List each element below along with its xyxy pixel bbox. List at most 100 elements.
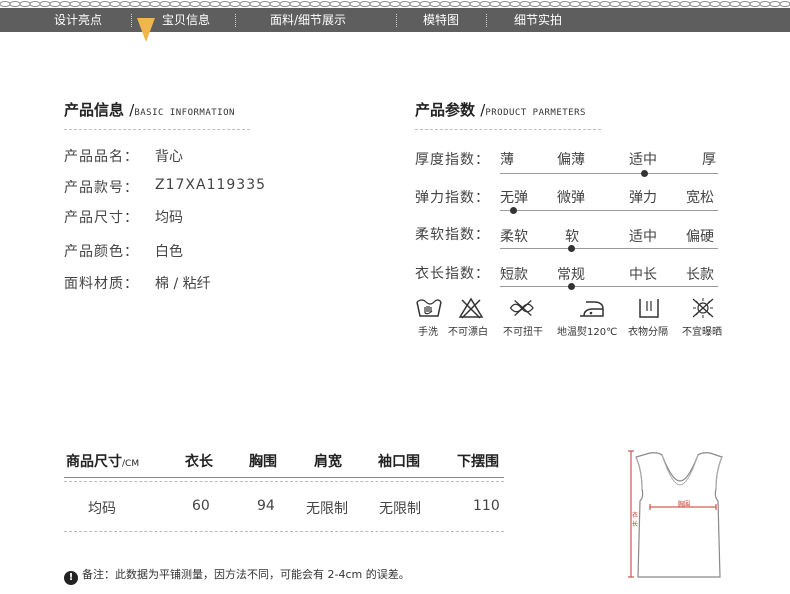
chain-link: [0, 1, 11, 7]
decorative-chain-border: [0, 1, 790, 7]
chain-link: [529, 1, 541, 7]
length-label: 衣长: [632, 512, 639, 528]
table-cell: 110: [473, 498, 500, 514]
chain-link: [359, 1, 371, 7]
chain-link: [49, 1, 61, 7]
chain-link: [369, 1, 381, 7]
chain-link: [129, 1, 141, 7]
chain-link: [419, 1, 431, 7]
warning-icon: !: [64, 571, 78, 585]
info-label: 面料材质：: [64, 276, 139, 292]
param-option: 无弹: [500, 190, 528, 206]
chain-link: [229, 1, 241, 7]
nav-separator: [131, 14, 132, 27]
chain-link: [569, 1, 581, 7]
table-header-hem: 下摆围: [457, 454, 499, 470]
no-bleach-icon: [458, 297, 484, 319]
measurement-note: ! 备注：此数据为平铺测量，因方法不同，可能会有 2-4cm 的误差。: [64, 566, 410, 585]
chain-link: [619, 1, 631, 7]
table-divider: [64, 531, 504, 532]
table-header-length: 衣长: [185, 454, 213, 470]
table-divider: [64, 477, 504, 478]
chain-link: [249, 1, 261, 7]
care-label: 手洗: [418, 327, 438, 338]
chain-link: [439, 1, 451, 7]
table-cell: 无限制: [379, 501, 421, 517]
tab-product-info[interactable]: 宝贝信息: [162, 8, 210, 32]
chain-link: [199, 1, 211, 7]
chain-link: [179, 1, 191, 7]
active-tab-indicator: [137, 18, 155, 42]
chain-link: [769, 1, 781, 7]
nav-bar: 设计亮点 宝贝信息 面料/细节展示 模特图 细节实拍: [0, 8, 790, 32]
param-option: 软: [565, 229, 579, 245]
care-label: 不宜曝晒: [682, 327, 722, 338]
param-scale-marker: [568, 283, 575, 290]
no-wring-icon: [509, 300, 534, 316]
table-header-label: 商品尺寸: [66, 454, 122, 470]
chain-link: [139, 1, 151, 7]
chain-link: [39, 1, 51, 7]
table-header-cuff: 袖口围: [378, 454, 420, 470]
info-title: 产品信息: [64, 101, 125, 119]
chain-link: [719, 1, 731, 7]
care-label: 不可扭干: [503, 327, 543, 338]
chain-link: [479, 1, 491, 7]
info-label: 产品款号：: [64, 180, 139, 196]
param-option: 柔软: [500, 229, 528, 245]
chain-link: [699, 1, 711, 7]
tab-detail-shots[interactable]: 细节实拍: [514, 8, 562, 32]
info-section-title: 产品信息 /BASIC INFORMATION: [64, 99, 235, 120]
chain-link: [669, 1, 681, 7]
chain-link: [69, 1, 81, 7]
chain-link: [399, 1, 411, 7]
chain-link: [389, 1, 401, 7]
chain-link: [409, 1, 421, 7]
chain-link: [79, 1, 91, 7]
chain-link: [309, 1, 321, 7]
param-scale-marker: [641, 170, 648, 177]
param-label: 衣长指数：: [415, 266, 490, 282]
info-value: 棉 / 粘纤: [155, 276, 211, 292]
table-cell: 均码: [88, 501, 116, 517]
table-divider: [64, 481, 504, 482]
chain-link: [499, 1, 511, 7]
chain-link: [289, 1, 301, 7]
chain-link: [709, 1, 721, 7]
table-header-size: 商品尺寸/CM: [66, 451, 139, 471]
chain-link: [119, 1, 131, 7]
chain-link: [589, 1, 601, 7]
chain-link: [149, 1, 161, 7]
tab-model-photos[interactable]: 模特图: [423, 8, 459, 32]
hang-dry-icon: [639, 299, 659, 318]
note-text: 备注：此数据为平铺测量，因方法不同，可能会有 2-4cm 的误差。: [82, 568, 410, 581]
params-title: 产品参数: [415, 101, 476, 119]
param-label: 柔软指数：: [415, 227, 490, 243]
chain-link: [729, 1, 741, 7]
table-header-shoulder: 肩宽: [314, 454, 342, 470]
chain-link: [429, 1, 441, 7]
tab-design-highlights[interactable]: 设计亮点: [54, 8, 102, 32]
param-option: 长款: [686, 267, 714, 283]
params-subtitle: PRODUCT PARMETERS: [485, 108, 586, 118]
chain-link: [759, 1, 771, 7]
chain-link: [629, 1, 641, 7]
chain-link: [599, 1, 611, 7]
param-scale-track: [500, 173, 718, 174]
care-label: 衣物分隔: [628, 327, 668, 338]
param-option: 厚: [702, 152, 716, 168]
param-option: 微弹: [557, 190, 585, 206]
divider: [415, 129, 601, 130]
hand-wash-icon: [416, 299, 442, 317]
param-option: 常规: [557, 267, 585, 283]
chain-link: [489, 1, 501, 7]
param-option: 适中: [629, 229, 657, 245]
chain-link: [349, 1, 361, 7]
chain-link: [99, 1, 111, 7]
chain-link: [579, 1, 591, 7]
info-value: 背心: [155, 149, 183, 165]
tab-fabric-details[interactable]: 面料/细节展示: [270, 8, 346, 32]
param-label: 弹力指数：: [415, 190, 490, 206]
param-option: 宽松: [686, 190, 714, 206]
chain-link: [779, 1, 790, 7]
